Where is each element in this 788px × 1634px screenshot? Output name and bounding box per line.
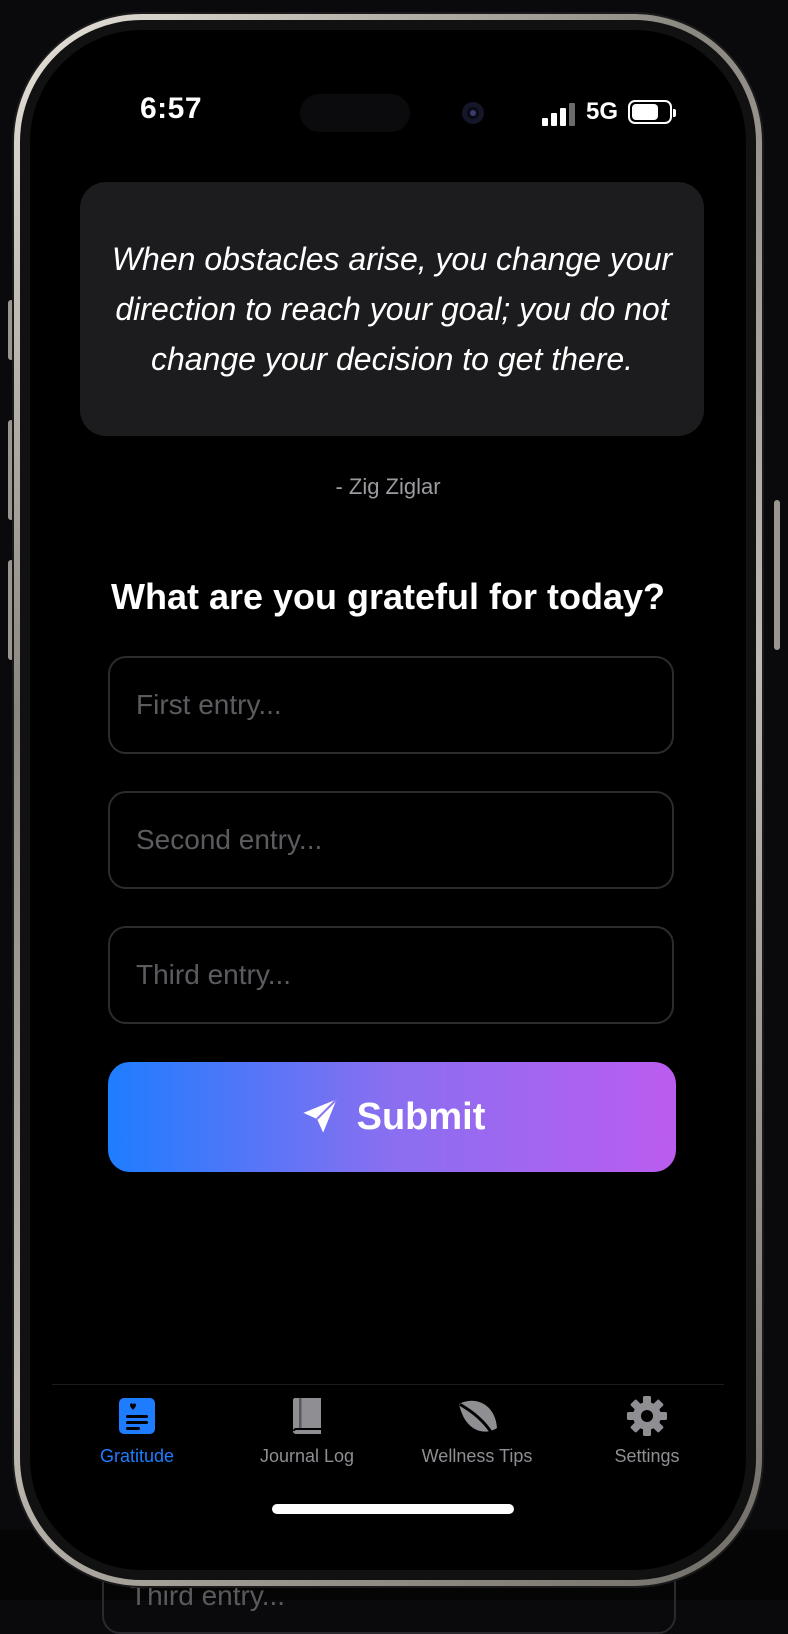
network-label: 5G	[586, 98, 619, 125]
submit-button[interactable]: Submit	[108, 1062, 676, 1172]
third-entry-field[interactable]	[108, 926, 674, 1024]
tab-label-gratitude: Gratitude	[99, 1446, 175, 1466]
front-camera	[462, 102, 484, 124]
tab-journal-log[interactable]: Journal Log	[222, 1394, 392, 1478]
dynamic-island	[300, 94, 410, 132]
quote-author: - Zig Ziglar	[335, 474, 441, 499]
home-indicator[interactable]	[272, 1504, 514, 1514]
tab-label-journal-log: Journal Log	[259, 1446, 355, 1466]
app-screen: 6:57 5G When obstacles arise, you change…	[30, 30, 746, 1570]
tab-settings[interactable]: Settings	[562, 1394, 732, 1478]
tab-wellness-tips[interactable]: Wellness Tips	[392, 1394, 562, 1478]
second-entry-field[interactable]	[108, 791, 674, 889]
submit-label: Submit	[356, 1095, 486, 1138]
battery-icon	[628, 100, 676, 124]
power-button	[774, 500, 780, 650]
tab-label-wellness-tips: Wellness Tips	[421, 1446, 533, 1466]
status-time: 6:57	[140, 92, 203, 125]
gratitude-prompt: What are you grateful for today?	[110, 576, 666, 617]
quote-text: When obstacles arise, you change your di…	[111, 241, 673, 377]
quote-card: When obstacles arise, you change your di…	[80, 182, 704, 436]
first-entry-field[interactable]	[108, 656, 674, 754]
leaf-icon	[455, 1394, 499, 1438]
phone-frame: 6:57 5G When obstacles arise, you change…	[14, 14, 762, 1586]
tab-label-settings: Settings	[614, 1446, 680, 1466]
paper-plane-icon	[299, 1095, 341, 1140]
tab-bar-divider	[52, 1384, 724, 1385]
gear-icon	[625, 1394, 669, 1438]
journal-heart-icon	[115, 1394, 159, 1438]
tab-gratitude[interactable]: Gratitude	[52, 1394, 222, 1478]
book-icon	[285, 1394, 329, 1438]
signal-icon	[542, 102, 578, 126]
battery-fill	[632, 104, 658, 120]
